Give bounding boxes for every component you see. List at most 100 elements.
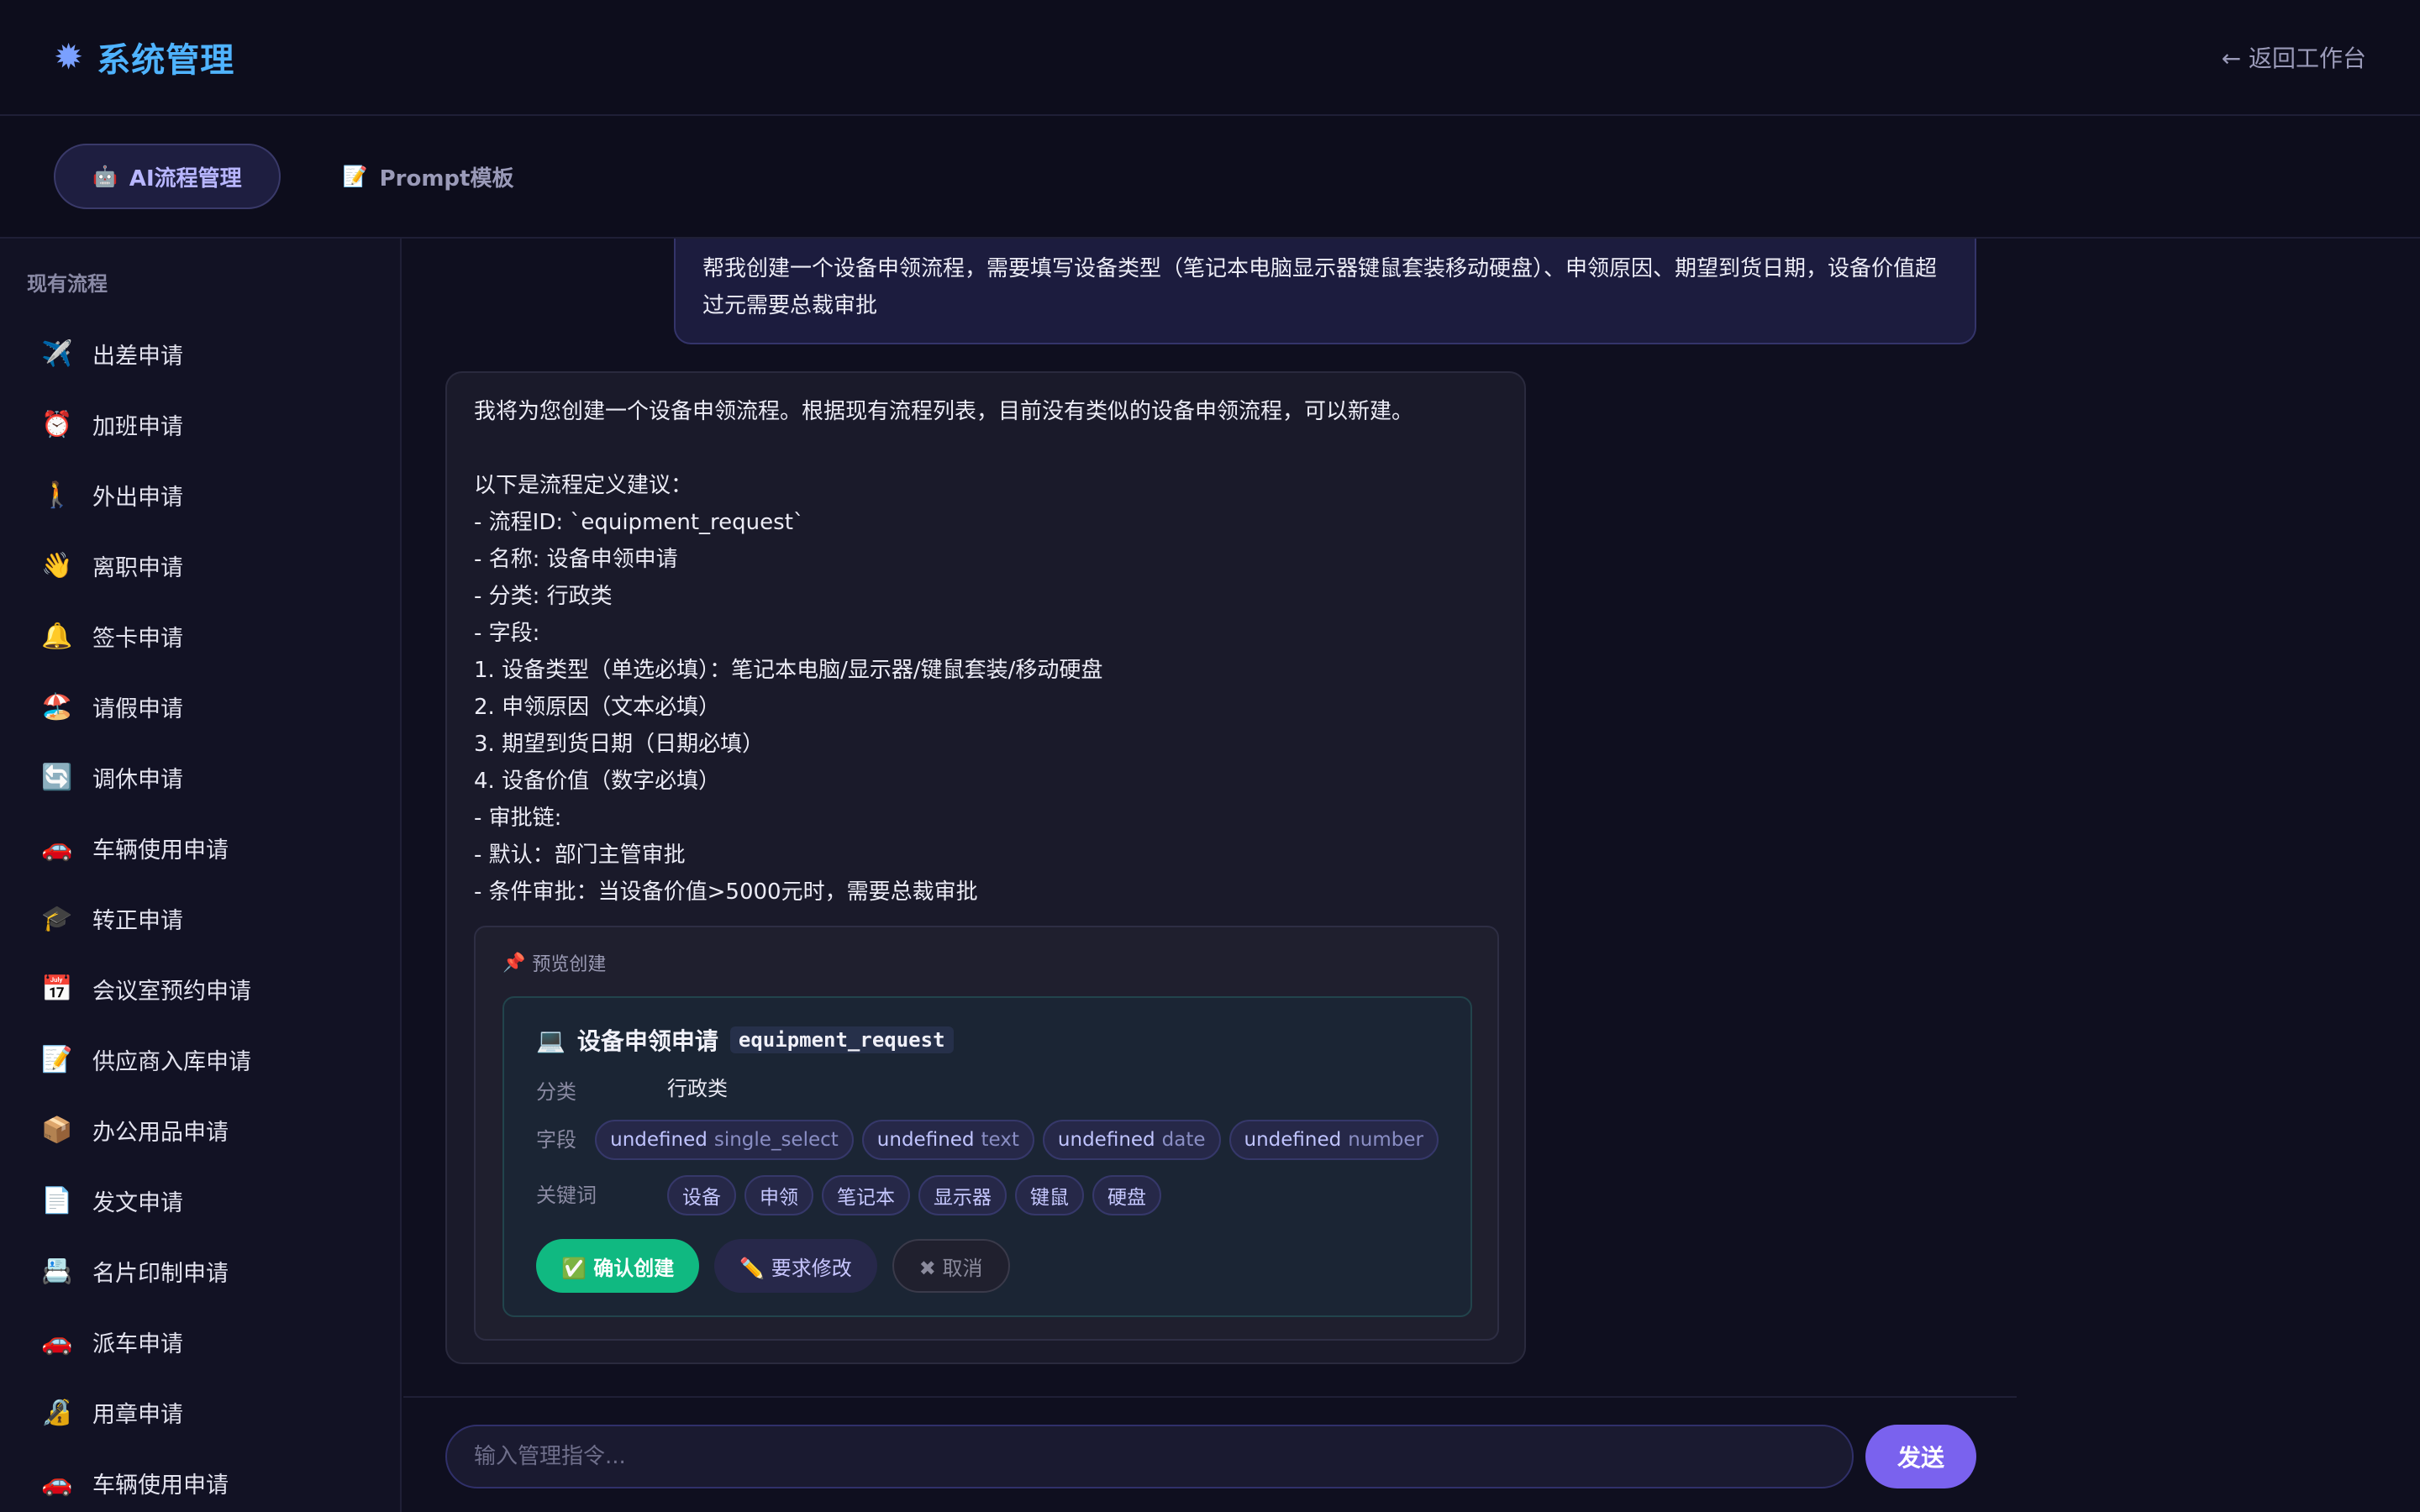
robot-icon: 🤖 [92, 165, 118, 188]
sidebar-item-label: 会议室预约申请 [92, 978, 251, 1005]
category-value: 行政类 [667, 1077, 728, 1100]
field-name: undefined [1244, 1129, 1342, 1151]
sidebar-item-vehicle-use[interactable]: 🚗 车辆使用申请 [0, 812, 400, 883]
sidebar-item-day-off-swap[interactable]: 🔄 调休申请 [0, 742, 400, 812]
sidebar-item-label: 用章申请 [92, 1401, 183, 1428]
keywords-row: 关键词 设备 申领 笔记本 显示器 键鼠 硬盘 [536, 1175, 1439, 1215]
sidebar-item-seal-use[interactable]: 🔏 用章申请 [0, 1377, 400, 1447]
sidebar-item-label: 车辆使用申请 [92, 1472, 229, 1499]
refresh-icon: 🔄 [41, 762, 73, 792]
document-icon: 📄 [41, 1185, 73, 1215]
cancel-button[interactable]: ✖ 取消 [892, 1239, 1010, 1293]
sidebar-item-probation-confirm[interactable]: 🎓 转正申请 [0, 883, 400, 953]
sidebar-item-label: 转正申请 [92, 907, 183, 934]
tab-label: AI流程管理 [129, 165, 242, 192]
sidebar-item-label: 加班申请 [92, 413, 183, 440]
sidebar-item-label: 请假申请 [92, 696, 183, 722]
tab-ai-process[interactable]: 🤖 AI流程管理 [54, 144, 281, 209]
waving-hand-icon: 👋 [41, 550, 73, 580]
sidebar-item-label: 外出申请 [92, 484, 183, 511]
keyword-chip: 硬盘 [1092, 1175, 1161, 1215]
sidebar-item-overtime[interactable]: ⏰ 加班申请 [0, 389, 400, 459]
keyword-chip: 设备 [667, 1175, 736, 1215]
car-icon: 🚗 [41, 832, 73, 863]
sidebar-item-label: 发文申请 [92, 1189, 183, 1216]
tab-label: Prompt模板 [379, 165, 514, 192]
sidebar-item-label: 车辆使用申请 [92, 837, 229, 864]
beach-umbrella-icon: 🏖️ [41, 691, 73, 722]
user-message-bubble: 帮我创建一个设备申领流程，需要填写设备类型（笔记本电脑显示器键鼠套装移动硬盘）、… [674, 239, 1976, 344]
chat-area: 帮我创建一个设备申领流程，需要填写设备类型（笔记本电脑显示器键鼠套装移动硬盘）、… [403, 239, 2017, 1512]
graduation-cap-icon: 🎓 [41, 903, 73, 933]
keyword-chip: 键鼠 [1015, 1175, 1084, 1215]
walking-person-icon: 🚶 [41, 480, 73, 510]
app-root: ✹ 系统管理 ← 返回工作台 🤖 AI流程管理 📝 Prompt模板 现有流程 … [0, 0, 2420, 1512]
car-icon: 🚗 [41, 1467, 73, 1498]
sidebar-item-meeting-room[interactable]: 📅 会议室预约申请 [0, 953, 400, 1024]
sidebar-item-label: 离职申请 [92, 554, 183, 581]
field-chip: undefined date [1042, 1120, 1221, 1160]
airplane-icon: ✈️ [41, 339, 73, 369]
memo-icon: 📝 [342, 165, 368, 188]
confirm-create-button[interactable]: ✅ 确认创建 [536, 1239, 700, 1293]
sidebar-item-document-issue[interactable]: 📄 发文申请 [0, 1165, 400, 1236]
tab-bar: 🤖 AI流程管理 📝 Prompt模板 [0, 116, 2420, 239]
seal-pen-icon: 🔏 [41, 1397, 73, 1427]
field-type: number [1348, 1129, 1423, 1151]
sidebar-item-check-in[interactable]: 🔔 签卡申请 [0, 601, 400, 671]
field-name: undefined [876, 1129, 975, 1151]
keyword-chips: 设备 申领 笔记本 显示器 键鼠 硬盘 [667, 1175, 1161, 1215]
bell-icon: 🔔 [41, 621, 73, 651]
keywords-label: 关键词 [536, 1184, 597, 1207]
request-modify-button[interactable]: ✏️ 要求修改 [714, 1239, 877, 1293]
pushpin-icon: 📌 [502, 952, 526, 974]
top-header: ✹ 系统管理 ← 返回工作台 [0, 0, 2420, 116]
field-chips: undefined single_select undefined text u… [595, 1120, 1439, 1160]
card-index-icon: 📇 [41, 1256, 73, 1286]
preview-panel: 📌 预览创建 💻 设备申领申请 equipment_request 分类 行政类 [474, 926, 1499, 1341]
ai-message-text: 我将为您创建一个设备申领流程。根据现有流程列表，目前没有类似的设备申领流程，可以… [474, 399, 1414, 905]
car-icon: 🚗 [41, 1326, 73, 1357]
sidebar-item-leave[interactable]: 🏖️ 请假申请 [0, 671, 400, 742]
preview-heading: 📌 预览创建 [502, 949, 1470, 976]
sidebar-item-go-out[interactable]: 🚶 外出申请 [0, 459, 400, 530]
laptop-icon: 💻 [536, 1026, 566, 1054]
gear-icon: ✹ [54, 36, 84, 77]
input-divider [403, 1396, 2017, 1398]
sidebar-item-label: 出差申请 [92, 343, 183, 370]
sidebar-item-business-trip[interactable]: ✈️ 出差申请 [0, 318, 400, 389]
field-type: date [1161, 1129, 1206, 1151]
alarm-clock-icon: ⏰ [41, 409, 73, 439]
sidebar-item-vehicle-use-2[interactable]: 🚗 车辆使用申请 [0, 1447, 400, 1512]
sidebar-item-label: 名片印制申请 [92, 1260, 229, 1287]
sidebar-item-resignation[interactable]: 👋 离职申请 [0, 530, 400, 601]
sidebar-item-office-supplies[interactable]: 📦 办公用品申请 [0, 1095, 400, 1165]
command-input[interactable] [445, 1425, 1854, 1488]
page-title: 系统管理 [97, 41, 235, 80]
category-label: 分类 [536, 1080, 576, 1104]
tab-prompt-template[interactable]: 📝 Prompt模板 [306, 144, 551, 209]
fields-label: 字段 [536, 1128, 576, 1152]
ai-message-bubble: 我将为您创建一个设备申领流程。根据现有流程列表，目前没有类似的设备申领流程，可以… [445, 371, 1526, 1364]
back-to-workbench-link[interactable]: ← 返回工作台 [2222, 40, 2366, 74]
brand: ✹ 系统管理 [54, 33, 234, 81]
package-icon: 📦 [41, 1115, 73, 1145]
preview-actions: ✅ 确认创建 ✏️ 要求修改 ✖ 取消 [536, 1239, 1439, 1293]
sidebar-item-supplier[interactable]: 📝 供应商入库申请 [0, 1024, 400, 1095]
process-name: 设备申领申请 [576, 1027, 718, 1055]
sidebar-item-dispatch-car[interactable]: 🚗 派车申请 [0, 1306, 400, 1377]
preview-heading-label: 预览创建 [532, 954, 607, 975]
keyword-chip: 显示器 [918, 1175, 1007, 1215]
field-name: undefined [610, 1129, 708, 1151]
sidebar-heading: 现有流程 [27, 272, 108, 296]
field-name: undefined [1057, 1129, 1155, 1151]
sidebar-item-label: 供应商入库申请 [92, 1048, 251, 1075]
field-chip: undefined single_select [595, 1120, 854, 1160]
sidebar-item-business-card[interactable]: 📇 名片印制申请 [0, 1236, 400, 1306]
sidebar-item-label: 办公用品申请 [92, 1119, 229, 1146]
send-button[interactable]: 发送 [1865, 1425, 1976, 1488]
keyword-chip: 笔记本 [822, 1175, 910, 1215]
memo-icon: 📝 [41, 1044, 73, 1074]
keyword-chip: 申领 [744, 1175, 813, 1215]
field-chip: undefined text [861, 1120, 1034, 1160]
